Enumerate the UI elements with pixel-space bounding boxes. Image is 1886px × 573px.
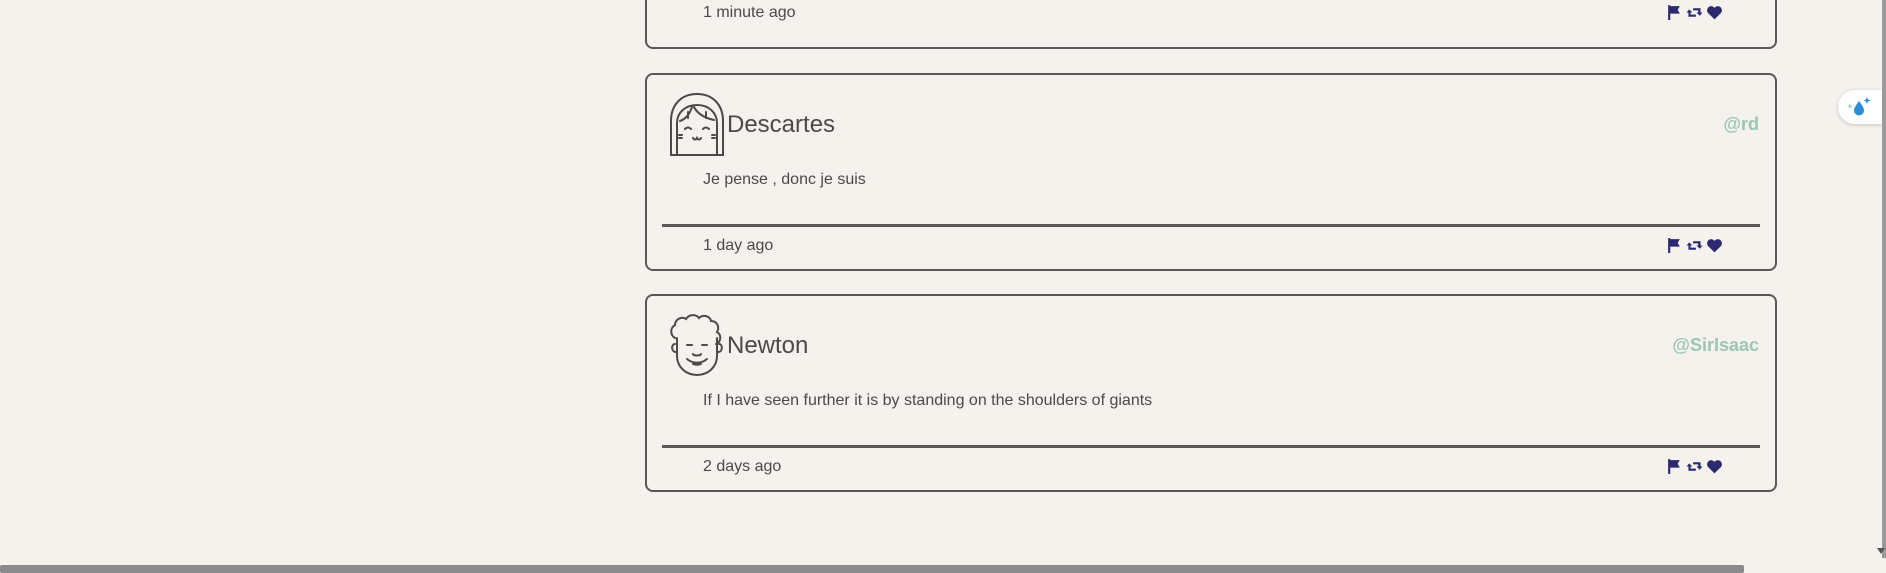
tweet-handle[interactable]: @SirIsaac	[1672, 335, 1759, 356]
tweet-footer: 2 days ago	[703, 456, 1723, 480]
horizontal-scrollbar-thumb[interactable]	[0, 565, 1744, 573]
tweet-author-name[interactable]: Descartes	[727, 111, 835, 139]
heart-icon[interactable]	[1706, 4, 1723, 21]
flag-icon[interactable]	[1666, 237, 1683, 254]
tweet-author-name[interactable]: Newton	[727, 332, 808, 360]
scroll-down-arrow-icon[interactable]	[1876, 546, 1886, 556]
tweet-time: 1 day ago	[703, 237, 774, 254]
tweet-card: Newton @SirIsaac If I have seen further …	[645, 294, 1777, 492]
tweet-divider	[662, 445, 1760, 448]
water-drop-sparkle-icon	[1847, 97, 1871, 116]
retweet-icon[interactable]	[1686, 237, 1703, 254]
retweet-icon[interactable]	[1686, 4, 1703, 21]
vertical-scrollbar[interactable]	[1882, 0, 1886, 558]
flag-icon[interactable]	[1666, 4, 1683, 21]
tweet-actions	[1666, 4, 1723, 21]
flag-icon[interactable]	[1666, 458, 1683, 475]
tweet-text: Je pense , donc je suis	[703, 171, 866, 188]
tweet-footer: 1 minute ago	[703, 2, 1723, 26]
tweet-time: 2 days ago	[703, 458, 782, 475]
tweet-card: Descartes @rd Je pense , donc je suis 1 …	[645, 73, 1777, 271]
heart-icon[interactable]	[1706, 237, 1723, 254]
tweet-header: Descartes @rd	[667, 91, 1759, 157]
tweet-actions	[1666, 458, 1723, 475]
tweet-header: Newton @SirIsaac	[667, 312, 1759, 378]
tweet-actions	[1666, 237, 1723, 254]
tweet-handle[interactable]: @rd	[1723, 114, 1759, 135]
tweet-card: 1 minute ago	[645, 0, 1777, 49]
tweet-text: If I have seen further it is by standing…	[703, 392, 1153, 409]
tweet-time: 1 minute ago	[703, 4, 796, 21]
heart-icon[interactable]	[1706, 458, 1723, 475]
tweet-footer: 1 day ago	[703, 235, 1723, 259]
retweet-icon[interactable]	[1686, 458, 1703, 475]
avatar[interactable]	[667, 91, 727, 157]
extension-widget-button[interactable]	[1838, 90, 1882, 124]
avatar[interactable]	[667, 312, 727, 378]
tweet-divider	[662, 224, 1760, 227]
